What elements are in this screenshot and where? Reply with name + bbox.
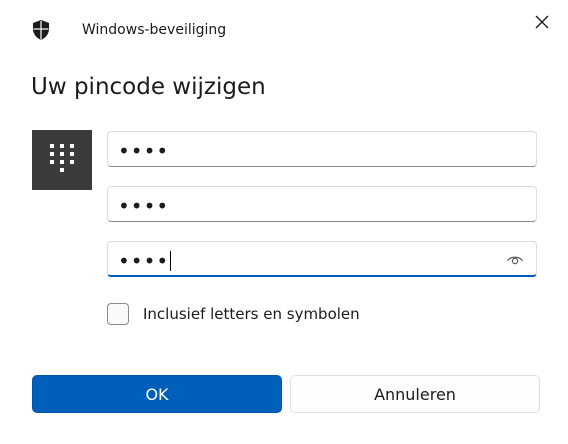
dialog-heading: Uw pincode wijzigen <box>31 74 266 100</box>
eye-icon[interactable] <box>506 251 524 267</box>
title-bar: Windows-beveiliging <box>0 0 568 56</box>
app-title: Windows-beveiliging <box>82 22 227 38</box>
pin-change-dialog: Windows-beveiliging Uw pincode wijzigen … <box>0 0 568 444</box>
new-pin-value: •••• <box>118 193 170 218</box>
close-icon <box>535 15 549 29</box>
text-caret <box>170 250 172 271</box>
shield-icon <box>33 20 49 40</box>
close-button[interactable] <box>528 8 556 36</box>
include-letters-checkbox[interactable] <box>107 303 129 325</box>
new-pin-input[interactable]: •••• <box>107 186 537 222</box>
cancel-button[interactable]: Annuleren <box>290 375 540 413</box>
confirm-pin-value: •••• <box>118 248 170 273</box>
current-pin-value: •••• <box>118 138 170 163</box>
ok-button[interactable]: OK <box>32 375 282 413</box>
keypad-icon <box>50 144 74 172</box>
confirm-pin-input[interactable]: •••• <box>107 241 537 277</box>
include-letters-label[interactable]: Inclusief letters en symbolen <box>143 305 360 323</box>
keypad-tile <box>32 130 92 190</box>
current-pin-input[interactable]: •••• <box>107 131 537 167</box>
